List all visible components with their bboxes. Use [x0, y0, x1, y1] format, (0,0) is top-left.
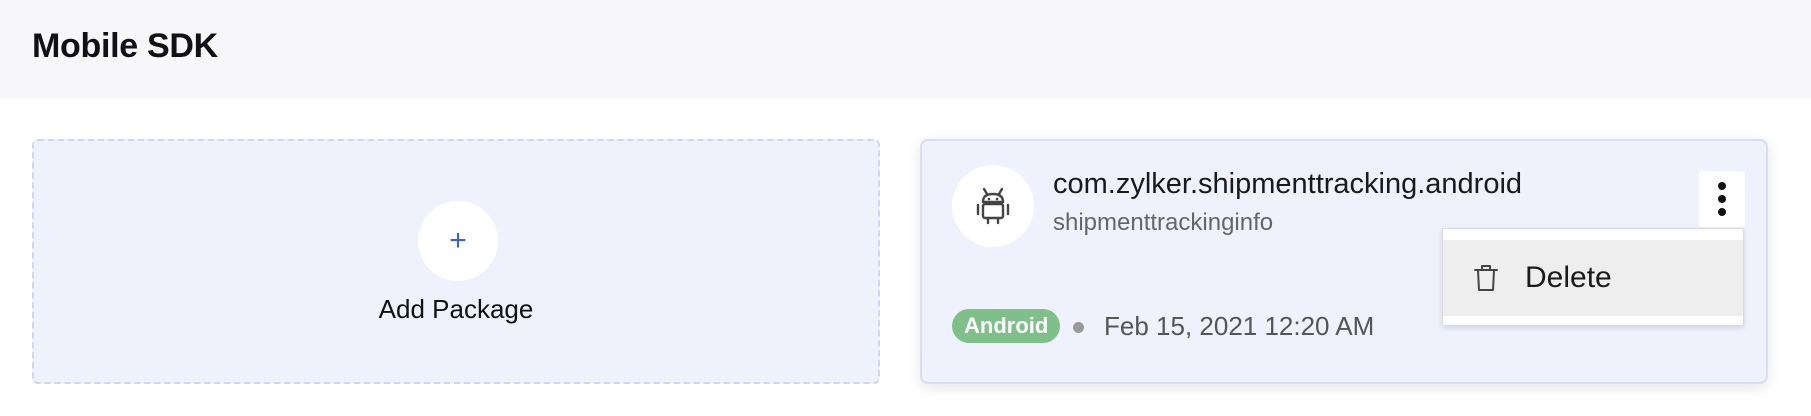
- page-header: Mobile SDK: [0, 0, 1811, 99]
- android-icon: [952, 165, 1034, 247]
- add-package-card[interactable]: + Add Package: [32, 139, 880, 384]
- plus-icon: +: [449, 224, 467, 257]
- add-package-button[interactable]: +: [418, 201, 498, 281]
- delete-label: Delete: [1525, 261, 1612, 294]
- separator-dot: [1073, 322, 1084, 333]
- package-subtitle: shipmenttrackinginfo: [1053, 209, 1274, 236]
- context-menu: Delete: [1442, 228, 1744, 326]
- trash-icon: [1471, 263, 1501, 293]
- delete-menu-item[interactable]: Delete: [1443, 240, 1743, 316]
- add-package-label: Add Package: [378, 294, 534, 324]
- created-timestamp: Feb 15, 2021 12:20 AM: [1104, 311, 1375, 341]
- page-title: Mobile SDK: [32, 27, 218, 65]
- kebab-menu-icon: [1718, 182, 1726, 190]
- package-name: com.zylker.shipmenttracking.android: [1053, 168, 1523, 200]
- platform-badge: Android: [952, 309, 1061, 343]
- more-options-button[interactable]: [1699, 171, 1745, 227]
